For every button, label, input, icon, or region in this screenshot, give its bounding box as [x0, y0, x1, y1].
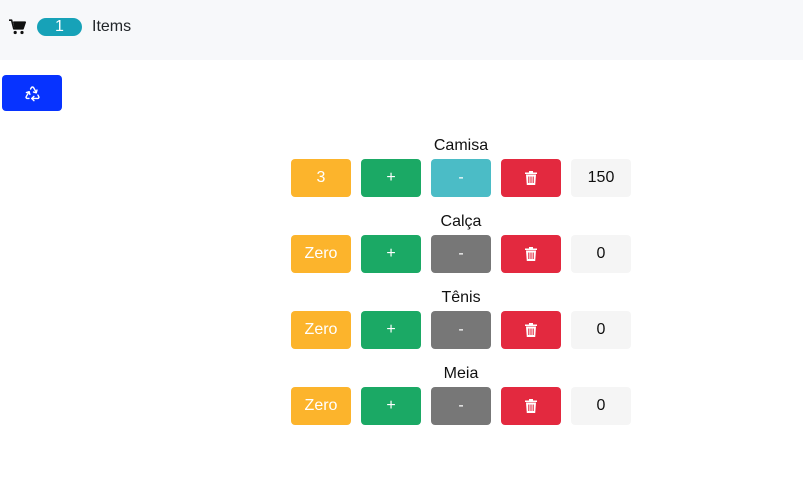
cart-count-badge: 1 [37, 18, 82, 36]
decrement-button[interactable]: - [431, 235, 491, 273]
delete-button[interactable] [501, 159, 561, 197]
quantity-badge: Zero [291, 311, 351, 349]
increment-button[interactable]: + [361, 159, 421, 197]
decrement-button[interactable]: - [431, 311, 491, 349]
product-name: Meia [443, 365, 479, 382]
increment-button[interactable]: + [361, 235, 421, 273]
increment-button[interactable]: + [361, 311, 421, 349]
quantity-badge: 3 [291, 159, 351, 197]
trash-icon [524, 322, 538, 338]
trash-icon [524, 246, 538, 262]
shopping-cart-icon[interactable] [9, 19, 26, 35]
delete-button[interactable] [501, 387, 561, 425]
product-value: 0 [571, 311, 631, 349]
product-value: 150 [571, 159, 631, 197]
trash-icon [524, 398, 538, 414]
delete-button[interactable] [501, 311, 561, 349]
product-name: Tênis [441, 289, 481, 306]
decrement-button[interactable]: - [431, 159, 491, 197]
product-value: 0 [571, 235, 631, 273]
trash-icon [524, 170, 538, 186]
product-name: Calça [440, 213, 482, 230]
quantity-badge: Zero [291, 235, 351, 273]
recycle-icon [24, 85, 41, 102]
navbar: 1 Items [0, 0, 803, 60]
items-label: Items [92, 18, 132, 35]
increment-button[interactable]: + [361, 387, 421, 425]
delete-button[interactable] [501, 235, 561, 273]
product-row: Meia Zero + - 0 [291, 364, 631, 440]
product-name: Camisa [433, 137, 489, 154]
quantity-badge: Zero [291, 387, 351, 425]
decrement-button[interactable]: - [431, 387, 491, 425]
product-row: Calça Zero + - 0 [291, 212, 631, 288]
product-value: 0 [571, 387, 631, 425]
product-list: Camisa 3 + - 150 Calça Zero + - 0 Tênis … [291, 136, 631, 440]
product-row: Tênis Zero + - 0 [291, 288, 631, 364]
product-row: Camisa 3 + - 150 [291, 136, 631, 212]
reset-button[interactable] [2, 75, 62, 111]
